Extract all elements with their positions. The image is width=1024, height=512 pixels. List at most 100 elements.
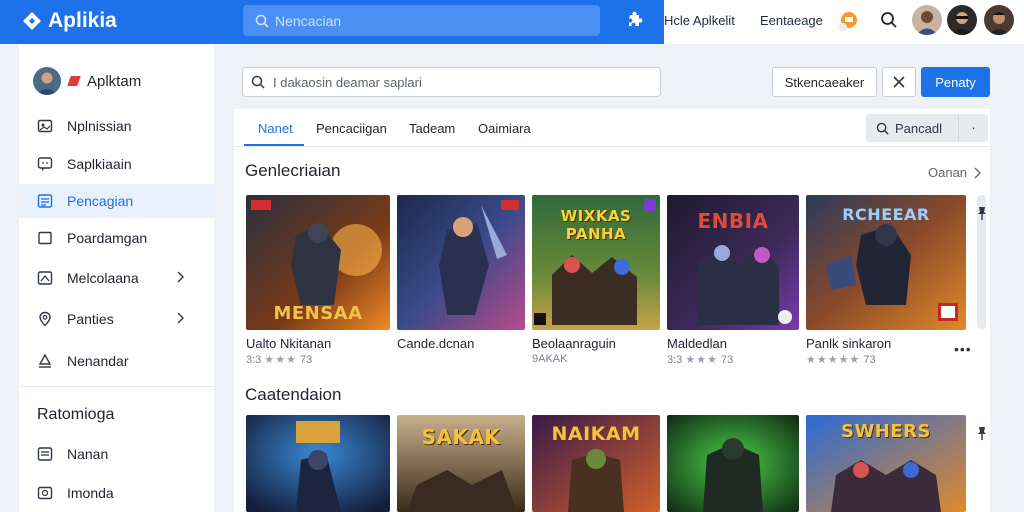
game-card[interactable] [246, 415, 390, 512]
filter-button[interactable]: Stkencaeaker [772, 67, 877, 97]
pin-icon[interactable] [976, 425, 988, 441]
pin-icon[interactable] [976, 205, 988, 221]
game-name: Beolaanraguin [532, 336, 616, 351]
avatar-2[interactable] [947, 5, 977, 35]
search-icon [876, 122, 889, 135]
game-card[interactable]: SWHERS [806, 415, 966, 512]
sidebar-section-item-1[interactable]: Imonda [19, 476, 214, 510]
game-thumbnail[interactable]: SAKAK [397, 415, 525, 512]
game-title-art: RCHEEAR [842, 205, 930, 224]
tab-2[interactable]: Tadeam [409, 121, 455, 136]
chevron-right-icon [177, 312, 184, 324]
game-meta: ★★★★★ 73 [806, 354, 876, 366]
tabs-divider [234, 146, 990, 147]
game-meta: 9AKAK [532, 353, 568, 365]
top-search-placeholder: Nencacian [275, 12, 342, 29]
game-thumbnail[interactable]: SWHERS [806, 415, 966, 512]
game-meta: 3:3 ★★★ 73 [667, 354, 734, 366]
image-icon [37, 119, 53, 133]
section-title: Genlecriaian [245, 161, 341, 180]
see-all-label: Oanan [928, 165, 968, 180]
chat-icon [37, 157, 53, 171]
close-icon [893, 76, 905, 88]
game-thumbnail[interactable]: NAIKAM [532, 415, 660, 512]
list-icon [37, 447, 53, 461]
sidebar-divider [19, 386, 214, 387]
sort-more-button[interactable]: · [958, 114, 988, 142]
game-name: Ualto Nkitanan [246, 336, 332, 351]
game-title-art: SWHERS [840, 421, 931, 442]
game-card[interactable]: NAIKAM [532, 415, 660, 512]
sidebar-item-6[interactable]: Nenandar [19, 344, 214, 378]
avatar-3[interactable] [984, 5, 1014, 35]
game-card[interactable]: WIXKAS PANHA Beolaanraguin 9AKAK [532, 195, 660, 365]
game-card[interactable]: ENBIA Maldedlan 3:3 ★★★ 73 [667, 195, 799, 366]
game-title-art: SAKAK [421, 425, 501, 449]
game-card[interactable]: MENSAA Ualto Nkitanan 3:3 ★★★ 73 [246, 195, 390, 366]
sort-button[interactable]: Pancadl [866, 121, 958, 136]
close-button[interactable] [882, 67, 916, 97]
main-search-input[interactable]: I dakaosin deamar saplari [242, 67, 661, 97]
tab-0[interactable]: Nanet [258, 121, 293, 136]
sidebar-item-3[interactable]: Poardamgan [19, 221, 214, 255]
section-title: Caatendaion [245, 385, 342, 404]
sidebar-item-label: Nplnissian [67, 118, 132, 134]
image-icon [37, 486, 53, 500]
game-thumbnail[interactable]: WIXKAS PANHA [532, 195, 660, 330]
avatar-1[interactable] [912, 5, 942, 35]
game-card[interactable]: SAKAK [397, 415, 525, 512]
game-thumbnail[interactable] [397, 195, 525, 330]
game-card[interactable]: RCHEEAR Panlk sinkaron ★★★★★ 73 [806, 195, 966, 366]
game-thumbnail[interactable]: RCHEEAR [806, 195, 966, 330]
main-search-placeholder: I dakaosin deamar saplari [273, 74, 422, 90]
sidebar-user[interactable]: Aplktam [33, 67, 141, 95]
tab-1[interactable]: Pencaciigan [316, 121, 387, 136]
sidebar-section-heading: Ratomioga [37, 406, 115, 423]
see-all-link[interactable]: Oanan [928, 165, 982, 180]
user-icon [38, 353, 52, 368]
app-logo[interactable]: Aplikia [20, 9, 117, 33]
sidebar-user-label: Aplktam [87, 72, 142, 90]
pin-icon [39, 311, 51, 327]
game-title-art: WIXKAS PANHA [560, 207, 632, 243]
search-icon [251, 75, 265, 89]
notification-bell-icon[interactable] [836, 9, 860, 33]
app-title: Aplikia [48, 9, 117, 32]
sidebar-item-label: Nanan [67, 446, 109, 462]
sidebar-item-4[interactable]: Melcolaana [19, 261, 214, 295]
game-card[interactable] [667, 415, 799, 512]
search-icon[interactable] [880, 11, 898, 29]
game-title-art: NAIKAM [551, 423, 641, 445]
top-search-input[interactable]: Nencacian [243, 5, 600, 36]
logo-icon [23, 12, 41, 30]
game-title-art: ENBIA [697, 209, 769, 233]
sidebar-item-0[interactable]: Nplnissian [19, 109, 214, 143]
sidebar-item-2[interactable]: Pencagian [19, 184, 214, 218]
sidebar-section-item-0[interactable]: Nanan [19, 437, 214, 471]
more-options-icon[interactable]: ••• [954, 341, 972, 357]
square-icon [38, 231, 52, 245]
list-icon [37, 194, 53, 208]
sidebar-item-5[interactable]: Panties [19, 302, 214, 336]
game-card[interactable]: Cande.dcnan [397, 195, 525, 353]
sidebar-item-label: Imonda [67, 485, 114, 501]
top-link-1[interactable]: Eentaeage [760, 13, 823, 28]
search-icon [255, 14, 269, 28]
extension-icon[interactable] [624, 11, 644, 31]
tab-3[interactable]: Oaimiara [478, 121, 531, 136]
sort-dropdown[interactable]: Pancadl · [866, 114, 988, 142]
game-name: Cande.dcnan [397, 336, 475, 351]
game-name: Panlk sinkaron [806, 336, 892, 351]
sidebar-item-1[interactable]: Saplkiaain [19, 147, 214, 181]
primary-button[interactable]: Penaty [921, 67, 990, 97]
game-thumbnail[interactable]: ENBIA [667, 195, 799, 330]
game-title-art: MENSAA [273, 303, 363, 324]
sidebar: Aplktam Nplnissian Saplkiaain Pencagian … [19, 44, 214, 512]
top-link-0[interactable]: Hcle Aplkelit [664, 13, 735, 28]
sidebar-item-label: Pencagian [67, 193, 134, 209]
sidebar-item-label: Poardamgan [67, 230, 148, 246]
chevron-right-icon [177, 271, 184, 283]
game-thumbnail[interactable] [246, 415, 390, 512]
game-thumbnail[interactable] [667, 415, 799, 512]
game-thumbnail[interactable]: MENSAA [246, 195, 390, 330]
